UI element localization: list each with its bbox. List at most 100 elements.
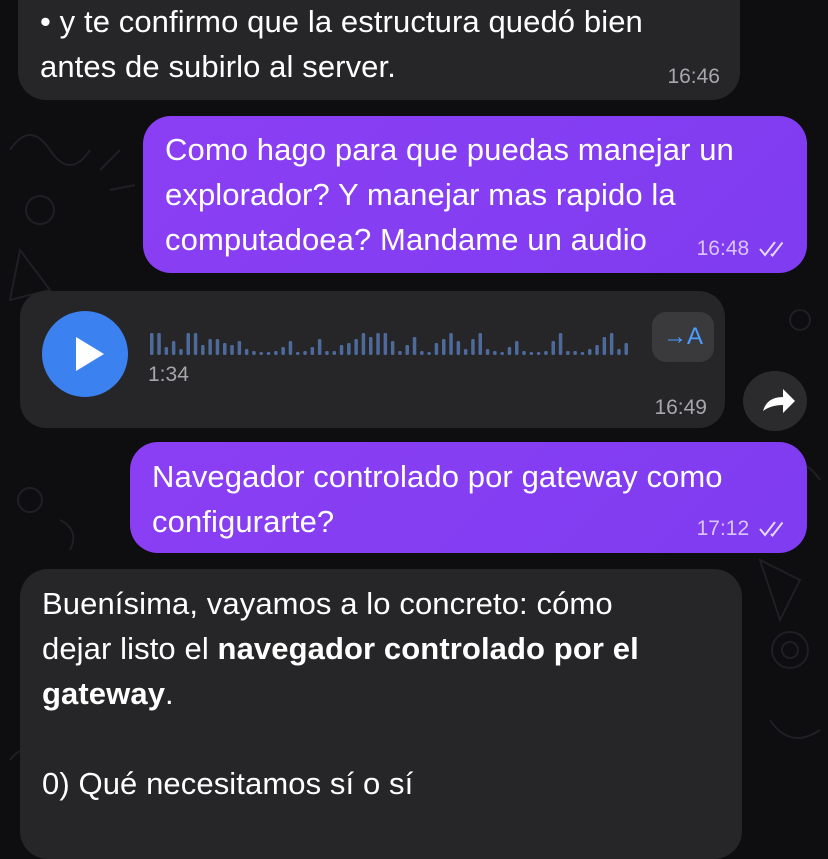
message-timestamp: 16:48 [697, 237, 789, 261]
waveform-bar [215, 339, 220, 355]
waveform-bar [420, 351, 424, 355]
waveform-bar [412, 337, 417, 355]
waveform-bar [193, 333, 198, 355]
waveform-bar [471, 339, 475, 355]
text-span: . [165, 676, 174, 711]
message-timestamp: 16:46 [667, 65, 720, 88]
message-line: explorador? Y manejar mas rapido la [165, 177, 676, 212]
waveform-bar [624, 343, 628, 355]
message-text: Buenísima, vayamos a lo concreto: cómo d… [42, 581, 722, 806]
waveform-bar [456, 341, 461, 355]
transcribe-button[interactable]: →A [652, 312, 714, 362]
message-line: Como hago para que puedas manejar un [165, 132, 734, 167]
play-icon [76, 337, 104, 371]
message-line: Navegador controlado por gateway como [152, 459, 723, 494]
waveform-bar [566, 351, 570, 355]
play-button[interactable] [42, 311, 128, 397]
double-check-icon [759, 241, 784, 258]
waveform-bar [390, 341, 395, 355]
message-line: Buenísima, vayamos a lo concreto: cómo [42, 586, 613, 621]
waveform-bar [573, 351, 577, 355]
waveform-bar [303, 351, 307, 355]
waveform-bar [354, 339, 358, 355]
waveform-bar [208, 339, 212, 355]
waveform-bar [478, 333, 482, 355]
voice-duration: 1:34 [148, 363, 189, 386]
transcribe-icon: →A [662, 323, 703, 350]
waveform-bar [398, 351, 402, 355]
message-timestamp: 17:12 [697, 517, 789, 541]
bold-text: navegador controlado por el [217, 631, 639, 666]
outgoing-message[interactable]: Navegador controlado por gateway como co… [130, 442, 807, 553]
outgoing-message[interactable]: Como hago para que puedas manejar un exp… [143, 116, 807, 273]
waveform-bar [361, 333, 366, 355]
waveform-bar [310, 347, 315, 355]
waveform-bar [332, 351, 336, 355]
waveform-bar [237, 341, 242, 355]
waveform-bar [588, 349, 592, 355]
forward-button[interactable] [743, 371, 807, 431]
message-line: • y te confirmo que la estructura quedó … [40, 4, 643, 39]
message-timestamp: 16:49 [654, 396, 707, 419]
waveform-bar [376, 333, 380, 355]
waveform-bar [150, 333, 154, 355]
waveform-bar [536, 352, 541, 355]
waveform-bar [281, 347, 285, 355]
waveform-bar [617, 349, 621, 355]
waveform-bar [507, 347, 512, 355]
message-line: gateway. [42, 671, 722, 716]
waveform-bar [201, 345, 205, 355]
waveform-bar [529, 352, 534, 355]
waveform-bar [463, 349, 468, 355]
waveform-bar [179, 349, 183, 355]
timestamp-text: 16:48 [696, 237, 750, 260]
waveform-bar [442, 339, 446, 355]
timestamp-text: 17:12 [696, 517, 750, 540]
waveform-bar [157, 333, 161, 355]
waveform-bar [164, 347, 169, 355]
waveform-bar [230, 345, 234, 355]
waveform-bar [493, 351, 497, 355]
waveform-bar [485, 349, 490, 355]
message-text: • y te confirmo que la estructura quedó … [40, 0, 720, 89]
waveform-bar [244, 349, 249, 355]
waveform-bar [558, 333, 563, 355]
waveform-bar [223, 343, 227, 355]
section-heading: 0) Qué necesitamos sí o sí [42, 766, 414, 801]
waveform-bar [259, 352, 263, 355]
waveform-bar [522, 351, 526, 355]
waveform-bar [595, 345, 599, 355]
waveform-bar [296, 352, 300, 355]
waveform-bar [317, 339, 322, 355]
waveform-bar [602, 337, 607, 355]
message-line: antes de subirlo al server. [40, 49, 396, 84]
text-span: dejar listo el [42, 631, 218, 666]
waveform-bar [288, 341, 293, 355]
waveform-bar [551, 341, 555, 355]
waveform-bar [449, 333, 453, 355]
waveform-bar [325, 351, 329, 355]
waveform-bar [383, 333, 388, 355]
waveform-bar [580, 352, 585, 355]
incoming-message[interactable]: • y te confirmo que la estructura quedó … [18, 0, 740, 100]
waveform-bar [186, 333, 190, 355]
double-check-icon [759, 521, 784, 538]
waveform-bar [171, 341, 176, 355]
waveform-bar [274, 351, 278, 355]
waveform-bar [339, 345, 344, 355]
waveform-bar [500, 352, 504, 355]
bold-text: gateway [42, 676, 166, 711]
waveform[interactable] [150, 331, 630, 355]
waveform-bar [266, 352, 271, 355]
waveform-bar [347, 343, 351, 355]
incoming-message[interactable]: Buenísima, vayamos a lo concreto: cómo d… [20, 569, 742, 859]
voice-message[interactable]: 1:34 →A 16:49 [20, 291, 725, 428]
waveform-bar [405, 345, 409, 355]
waveform-bar [609, 333, 614, 355]
waveform-bar [515, 341, 519, 355]
waveform-bar [544, 351, 548, 355]
forward-icon [763, 389, 795, 413]
waveform-bar [434, 343, 439, 355]
waveform-bar [369, 337, 373, 355]
